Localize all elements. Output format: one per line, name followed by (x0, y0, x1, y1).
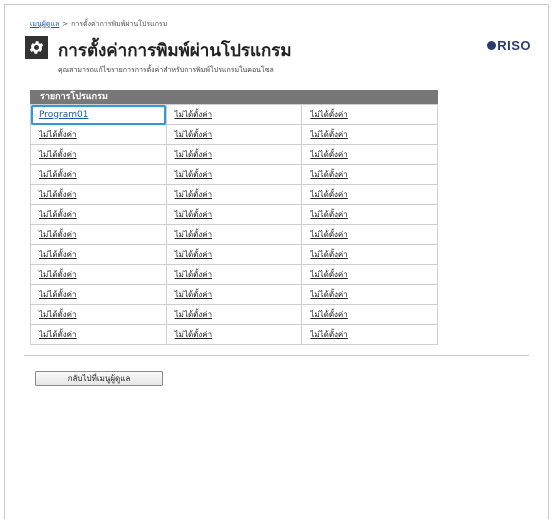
program-cell: ไม่ได้ตั้งค่า (165, 164, 303, 185)
table-row: ไม่ได้ตั้งค่า ไม่ได้ตั้งค่า ไม่ได้ตั้งค่า (30, 164, 438, 185)
program-cell: ไม่ได้ตั้งค่า (30, 264, 167, 285)
program-link[interactable]: ไม่ได้ตั้งค่า (310, 330, 347, 339)
program-cell: ไม่ได้ตั้งค่า (30, 284, 167, 305)
program-cell: ไม่ได้ตั้งค่า (30, 224, 167, 245)
program-list-header: รายการโปรแกรม (30, 90, 438, 104)
table-row: ไม่ได้ตั้งค่า ไม่ได้ตั้งค่า ไม่ได้ตั้งค่า (30, 324, 438, 345)
program-cell: ไม่ได้ตั้งค่า (301, 224, 438, 245)
program-link[interactable]: ไม่ได้ตั้งค่า (310, 290, 347, 299)
program-cell: ไม่ได้ตั้งค่า (301, 304, 438, 325)
program-link[interactable]: ไม่ได้ตั้งค่า (175, 150, 212, 159)
table-row: ไม่ได้ตั้งค่า ไม่ได้ตั้งค่า ไม่ได้ตั้งค่า (30, 264, 438, 285)
table-row: ไม่ได้ตั้งค่า ไม่ได้ตั้งค่า ไม่ได้ตั้งค่า (30, 284, 438, 305)
program-link[interactable]: ไม่ได้ตั้งค่า (310, 170, 347, 179)
program-link[interactable]: ไม่ได้ตั้งค่า (39, 290, 76, 299)
program-cell: ไม่ได้ตั้งค่า (301, 164, 438, 185)
program-link[interactable]: Program01 (39, 110, 88, 120)
table-row: ไม่ได้ตั้งค่า ไม่ได้ตั้งค่า ไม่ได้ตั้งค่า (30, 184, 438, 205)
program-link[interactable]: ไม่ได้ตั้งค่า (39, 310, 76, 319)
program-link[interactable]: ไม่ได้ตั้งค่า (175, 270, 212, 279)
back-to-admin-menu-button[interactable]: กลับไปที่เมนูผู้ดูแล (35, 371, 163, 386)
program-link[interactable]: ไม่ได้ตั้งค่า (175, 170, 212, 179)
program-link[interactable]: ไม่ได้ตั้งค่า (39, 330, 76, 339)
program-list: รายการโปรแกรม Program01 ไม่ได้ตั้งค่า ไม่ไ… (30, 90, 438, 345)
table-row: ไม่ได้ตั้งค่า ไม่ได้ตั้งค่า ไม่ได้ตั้งค่า (30, 124, 438, 145)
program-link[interactable]: ไม่ได้ตั้งค่า (310, 270, 347, 279)
program-cell: ไม่ได้ตั้งค่า (165, 324, 303, 345)
program-link[interactable]: ไม่ได้ตั้งค่า (310, 190, 347, 199)
program-cell: ไม่ได้ตั้งค่า (165, 124, 303, 145)
program-link[interactable]: ไม่ได้ตั้งค่า (175, 190, 212, 199)
program-link[interactable]: ไม่ได้ตั้งค่า (175, 310, 212, 319)
program-cell: ไม่ได้ตั้งค่า (301, 184, 438, 205)
program-link[interactable]: ไม่ได้ตั้งค่า (39, 270, 76, 279)
program-cell: ไม่ได้ตั้งค่า (165, 304, 303, 325)
program-cell: ไม่ได้ตั้งค่า (301, 124, 438, 145)
program-cell: ไม่ได้ตั้งค่า (165, 104, 303, 125)
program-link[interactable]: ไม่ได้ตั้งค่า (310, 310, 347, 319)
program-link[interactable]: ไม่ได้ตั้งค่า (310, 130, 347, 139)
divider (24, 355, 529, 356)
program-link[interactable]: ไม่ได้ตั้งค่า (310, 210, 347, 219)
table-row: ไม่ได้ตั้งค่า ไม่ได้ตั้งค่า ไม่ได้ตั้งค่า (30, 204, 438, 225)
program-cell: ไม่ได้ตั้งค่า (30, 144, 167, 165)
program-cell: ไม่ได้ตั้งค่า (301, 104, 438, 125)
page-title: การตั้งค่าการพิมพ์ผ่านโปรแกรม (58, 41, 292, 61)
program-cell: ไม่ได้ตั้งค่า (301, 324, 438, 345)
program-cell: ไม่ได้ตั้งค่า (30, 324, 167, 345)
program-cell: ไม่ได้ตั้งค่า (30, 304, 167, 325)
table-row: ไม่ได้ตั้งค่า ไม่ได้ตั้งค่า ไม่ได้ตั้งค่า (30, 144, 438, 165)
program-link[interactable]: ไม่ได้ตั้งค่า (310, 250, 347, 259)
program-link[interactable]: ไม่ได้ตั้งค่า (175, 210, 212, 219)
program-cell: Program01 (30, 104, 167, 125)
program-cell: ไม่ได้ตั้งค่า (30, 184, 167, 205)
program-link[interactable]: ไม่ได้ตั้งค่า (39, 210, 76, 219)
program-cell: ไม่ได้ตั้งค่า (30, 164, 167, 185)
program-cell: ไม่ได้ตั้งค่า (165, 144, 303, 165)
program-cell: ไม่ได้ตั้งค่า (165, 184, 303, 205)
breadcrumb: เมนูผู้ดูแล > การตั้งค่าการพิมพ์ผ่านโปรแกร… (30, 19, 167, 30)
program-link[interactable]: ไม่ได้ตั้งค่า (39, 230, 76, 239)
program-link[interactable]: ไม่ได้ตั้งค่า (175, 330, 212, 339)
logo-mark-icon (487, 41, 497, 50)
program-cell: ไม่ได้ตั้งค่า (165, 244, 303, 265)
program-cell: ไม่ได้ตั้งค่า (165, 204, 303, 225)
program-cell: ไม่ได้ตั้งค่า (301, 204, 438, 225)
breadcrumb-separator: > (62, 20, 69, 28)
program-link[interactable]: ไม่ได้ตั้งค่า (310, 110, 347, 119)
program-cell: ไม่ได้ตั้งค่า (30, 204, 167, 225)
program-link[interactable]: ไม่ได้ตั้งค่า (310, 150, 347, 159)
program-link[interactable]: ไม่ได้ตั้งค่า (310, 230, 347, 239)
program-cell: ไม่ได้ตั้งค่า (301, 284, 438, 305)
program-cell: ไม่ได้ตั้งค่า (165, 284, 303, 305)
breadcrumb-current: การตั้งค่าการพิมพ์ผ่านโปรแกรม (71, 20, 168, 28)
program-link[interactable]: ไม่ได้ตั้งค่า (175, 230, 212, 239)
logo-text: RISO (497, 38, 531, 53)
program-link[interactable]: ไม่ได้ตั้งค่า (39, 190, 76, 199)
program-link[interactable]: ไม่ได้ตั้งค่า (39, 150, 76, 159)
program-link[interactable]: ไม่ได้ตั้งค่า (39, 130, 76, 139)
program-link[interactable]: ไม่ได้ตั้งค่า (175, 290, 212, 299)
program-link[interactable]: ไม่ได้ตั้งค่า (175, 250, 212, 259)
table-row: ไม่ได้ตั้งค่า ไม่ได้ตั้งค่า ไม่ได้ตั้งค่า (30, 244, 438, 265)
gear-icon (25, 36, 48, 59)
program-cell: ไม่ได้ตั้งค่า (30, 244, 167, 265)
program-link[interactable]: ไม่ได้ตั้งค่า (175, 130, 212, 139)
program-cell: ไม่ได้ตั้งค่า (301, 264, 438, 285)
table-row: Program01 ไม่ได้ตั้งค่า ไม่ได้ตั้งค่า (30, 104, 438, 125)
table-row: ไม่ได้ตั้งค่า ไม่ได้ตั้งค่า ไม่ได้ตั้งค่า (30, 304, 438, 325)
page-description: คุณสามารถแก้ไขรายการการตั้งค่าสำหรับการพ… (58, 66, 274, 74)
program-cell: ไม่ได้ตั้งค่า (165, 224, 303, 245)
program-link[interactable]: ไม่ได้ตั้งค่า (39, 170, 76, 179)
program-link[interactable]: ไม่ได้ตั้งค่า (39, 250, 76, 259)
program-table: Program01 ไม่ได้ตั้งค่า ไม่ได้ตั้งค่า ไม่ได… (30, 104, 438, 345)
table-row: ไม่ได้ตั้งค่า ไม่ได้ตั้งค่า ไม่ได้ตั้งค่า (30, 224, 438, 245)
program-link[interactable]: ไม่ได้ตั้งค่า (175, 110, 212, 119)
riso-logo: RISO (487, 38, 531, 53)
program-cell: ไม่ได้ตั้งค่า (301, 244, 438, 265)
program-cell: ไม่ได้ตั้งค่า (30, 124, 167, 145)
breadcrumb-home-link[interactable]: เมนูผู้ดูแล (30, 20, 59, 28)
program-cell: ไม่ได้ตั้งค่า (301, 144, 438, 165)
program-cell: ไม่ได้ตั้งค่า (165, 264, 303, 285)
